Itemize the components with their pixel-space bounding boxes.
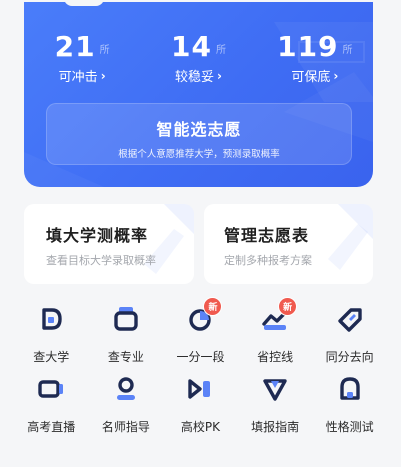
probability-card-subtitle: 查看目标大学录取概率 — [46, 254, 156, 267]
smart-selection-title: 智能选志愿 — [156, 120, 242, 139]
chevron-right-icon: › — [217, 68, 222, 83]
grid-label: 同分去向 — [325, 350, 374, 364]
stat-reach-label: 可冲击 — [58, 70, 98, 85]
stat-reach-link[interactable]: 可冲击 › — [58, 66, 106, 86]
grid-item-guide[interactable]: 填报指南 — [238, 370, 313, 452]
grid-item-personality-test[interactable]: 性格测试 — [312, 370, 387, 452]
same-score-icon — [337, 308, 362, 332]
stat-fallback-label: 可保底 — [291, 70, 331, 85]
stat-reach-unit: 所 — [99, 45, 110, 56]
grid-label: 省控线 — [257, 350, 294, 364]
feature-grid-row: 高考直播 名师指导 高校PK 填报指南 性格测试 — [14, 370, 387, 452]
manage-plan-card-title: 管理志愿表 — [224, 226, 310, 245]
stat-safe-link[interactable]: 较稳妥 › — [175, 66, 222, 86]
grid-item-pk[interactable]: 高校PK — [163, 370, 238, 452]
stats-row: 21 所 可冲击 › 14 所 较稳妥 › 119 所 可保底 › — [24, 28, 373, 86]
teacher-icon — [116, 377, 135, 400]
university-icon — [42, 308, 62, 330]
manage-plan-card-subtitle: 定制多种报考方案 — [224, 254, 312, 267]
stat-fallback-unit: 所 — [342, 45, 353, 56]
pk-icon — [188, 379, 211, 399]
chevron-right-icon: › — [100, 68, 106, 83]
chevron-right-icon: › — [333, 68, 339, 83]
feature-grid: 查大学 查专业 新 一分一段 新 省控线 同分去向 高考直播 名师指导 高校PK… — [14, 297, 387, 452]
stat-reach: 21 所 可冲击 › — [24, 28, 140, 86]
grid-label: 一分一段 — [176, 350, 225, 364]
personality-test-icon — [339, 377, 360, 400]
grid-label: 填报指南 — [251, 420, 300, 434]
major-icon — [114, 307, 138, 331]
probability-card-title: 填大学测概率 — [46, 226, 149, 245]
grid-item-teacher[interactable]: 名师指导 — [89, 370, 164, 452]
stat-safe-value: 14 — [171, 30, 212, 63]
recommendation-hero-card: 21 所 可冲击 › 14 所 较稳妥 › 119 所 可保底 › 智能选志愿 … — [24, 2, 373, 187]
grid-item-live[interactable]: 高考直播 — [14, 370, 89, 452]
stat-safe: 14 所 较稳妥 › — [140, 28, 256, 86]
smart-selection-subtitle: 根据个人意愿推荐大学，预测录取概率 — [118, 149, 280, 160]
stat-fallback-value: 119 — [277, 30, 339, 63]
probability-card[interactable]: 填大学测概率 查看目标大学录取概率 — [24, 204, 194, 284]
grid-label: 查大学 — [33, 350, 70, 364]
live-icon — [38, 380, 64, 398]
grid-label: 高考直播 — [27, 420, 76, 434]
stat-fallback: 119 所 可保底 › — [257, 28, 373, 86]
new-badge: 新 — [203, 297, 223, 316]
smart-selection-button[interactable]: 智能选志愿 根据个人意愿推荐大学，预测录取概率 — [46, 103, 352, 165]
stat-safe-unit: 所 — [215, 45, 226, 56]
grid-label: 性格测试 — [325, 420, 374, 434]
manage-plan-card[interactable]: 管理志愿表 定制多种报考方案 — [204, 204, 373, 284]
stat-reach-value: 21 — [54, 30, 96, 63]
stat-fallback-link[interactable]: 可保底 › — [291, 66, 339, 86]
grid-label: 查专业 — [107, 350, 144, 364]
grid-label: 高校PK — [180, 420, 221, 434]
guide-icon — [263, 379, 287, 401]
hero-notch — [64, 2, 104, 6]
grid-label: 名师指导 — [101, 420, 150, 434]
stat-safe-label: 较稳妥 — [175, 70, 215, 85]
new-badge: 新 — [278, 297, 298, 316]
